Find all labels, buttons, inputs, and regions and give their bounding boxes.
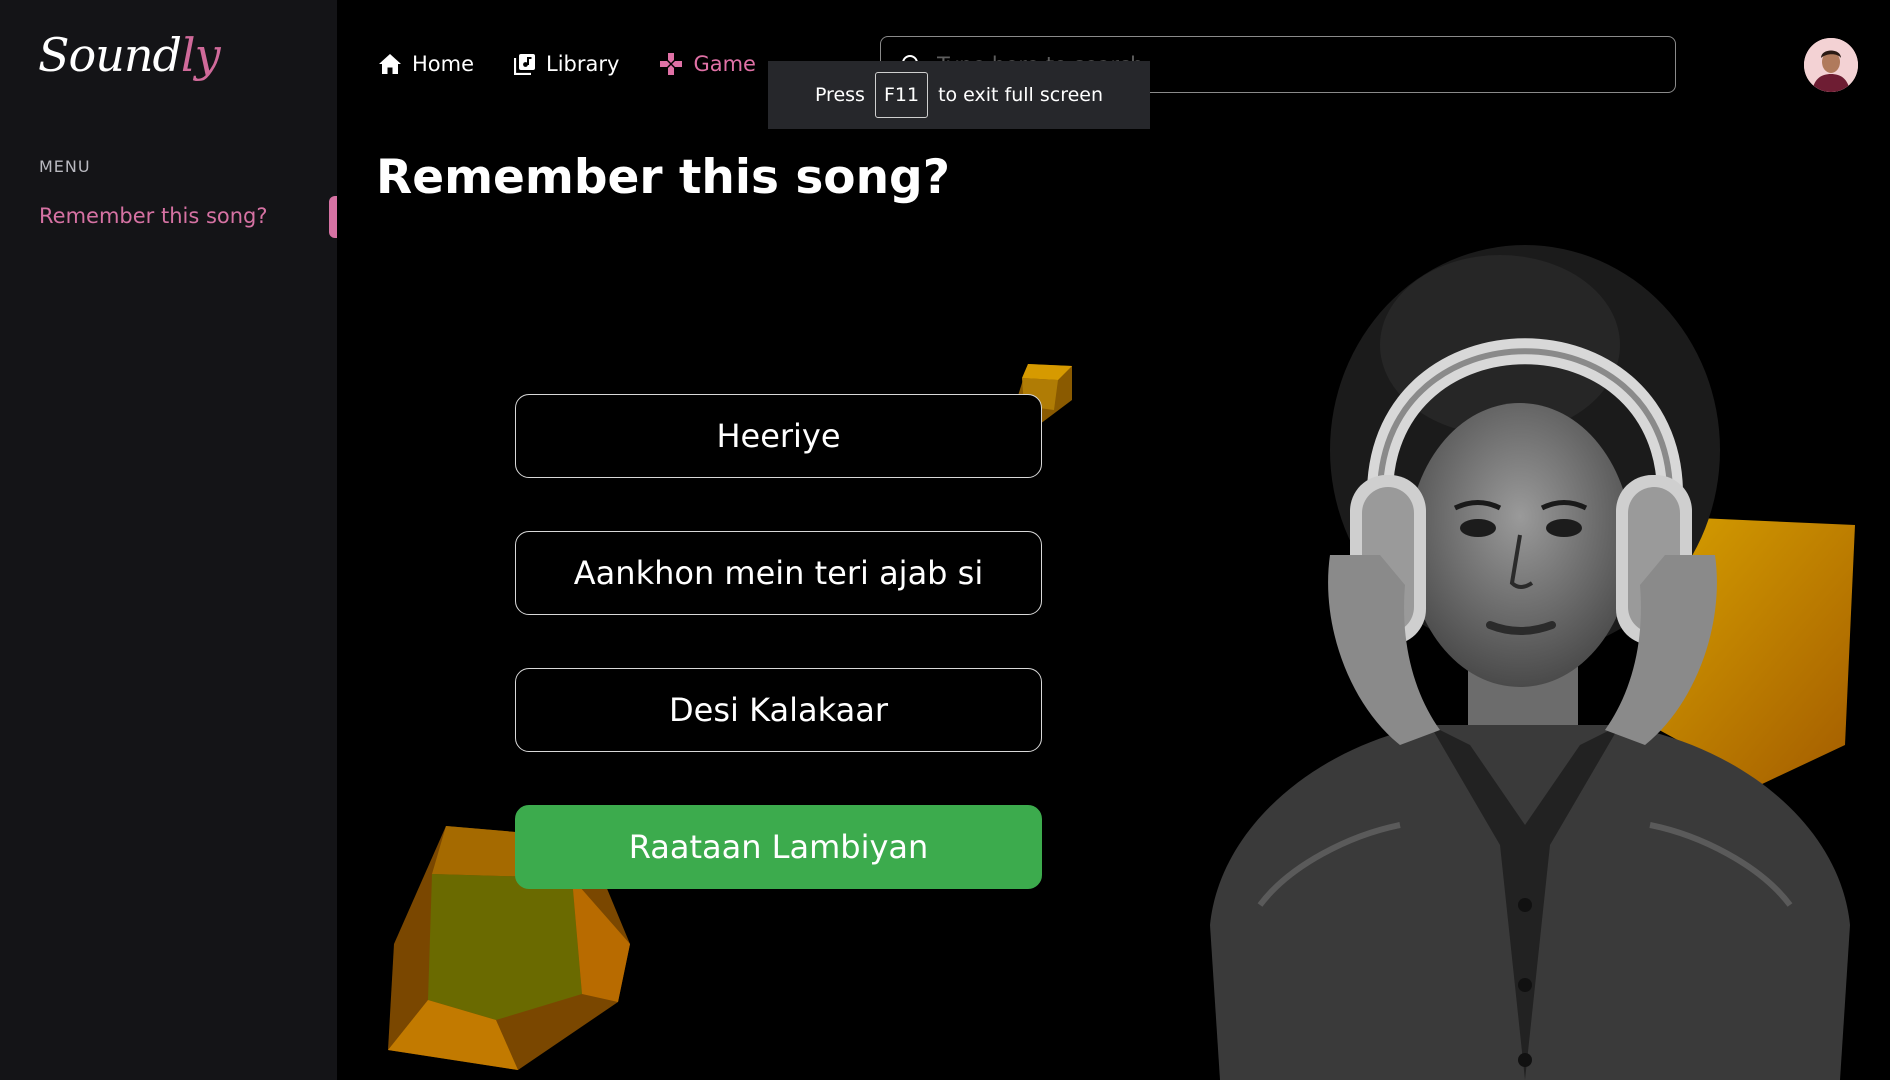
sidebar: Soundly MENU Remember this song? <box>0 0 337 1080</box>
hero-image <box>1210 245 1855 1080</box>
nav-item-library[interactable]: Library <box>514 52 619 76</box>
sidebar-item-label: Remember this song? <box>39 204 268 228</box>
key-badge: F11 <box>874 72 929 118</box>
active-indicator <box>329 196 337 238</box>
toast-suffix: to exit full screen <box>938 84 1104 106</box>
sidebar-item-remember-this-song[interactable]: Remember this song? <box>0 196 337 238</box>
nav-item-game[interactable]: Game <box>659 52 756 76</box>
gamepad-icon <box>660 53 683 75</box>
nav-item-label: Library <box>546 52 620 76</box>
fullscreen-toast: Press F11 to exit full screen <box>768 61 1150 129</box>
avatar-image <box>1804 38 1858 92</box>
page-title: Remember this song? <box>376 150 950 205</box>
answer-option-button[interactable]: Heeriye <box>515 394 1042 478</box>
logo-text: Sound <box>38 28 182 82</box>
correct-answer-button[interactable]: Raataan Lambiyan <box>515 805 1042 889</box>
library-icon <box>514 54 536 75</box>
top-nav: Home Library Game <box>378 46 796 82</box>
answer-option-button[interactable]: Desi Kalakaar <box>515 668 1042 752</box>
nav-item-home[interactable]: Home <box>378 52 474 76</box>
nav-item-label: Game <box>693 52 756 76</box>
logo-accent-text: ly <box>180 28 221 82</box>
toast-prefix: Press <box>814 84 865 106</box>
answer-option-button[interactable]: Aankhon mein teri ajab si <box>515 531 1042 615</box>
menu-heading: MENU <box>39 157 91 176</box>
nav-item-label: Home <box>412 52 475 76</box>
user-avatar[interactable] <box>1804 38 1858 92</box>
app-logo[interactable]: Soundly <box>38 28 221 82</box>
home-icon <box>379 54 401 74</box>
